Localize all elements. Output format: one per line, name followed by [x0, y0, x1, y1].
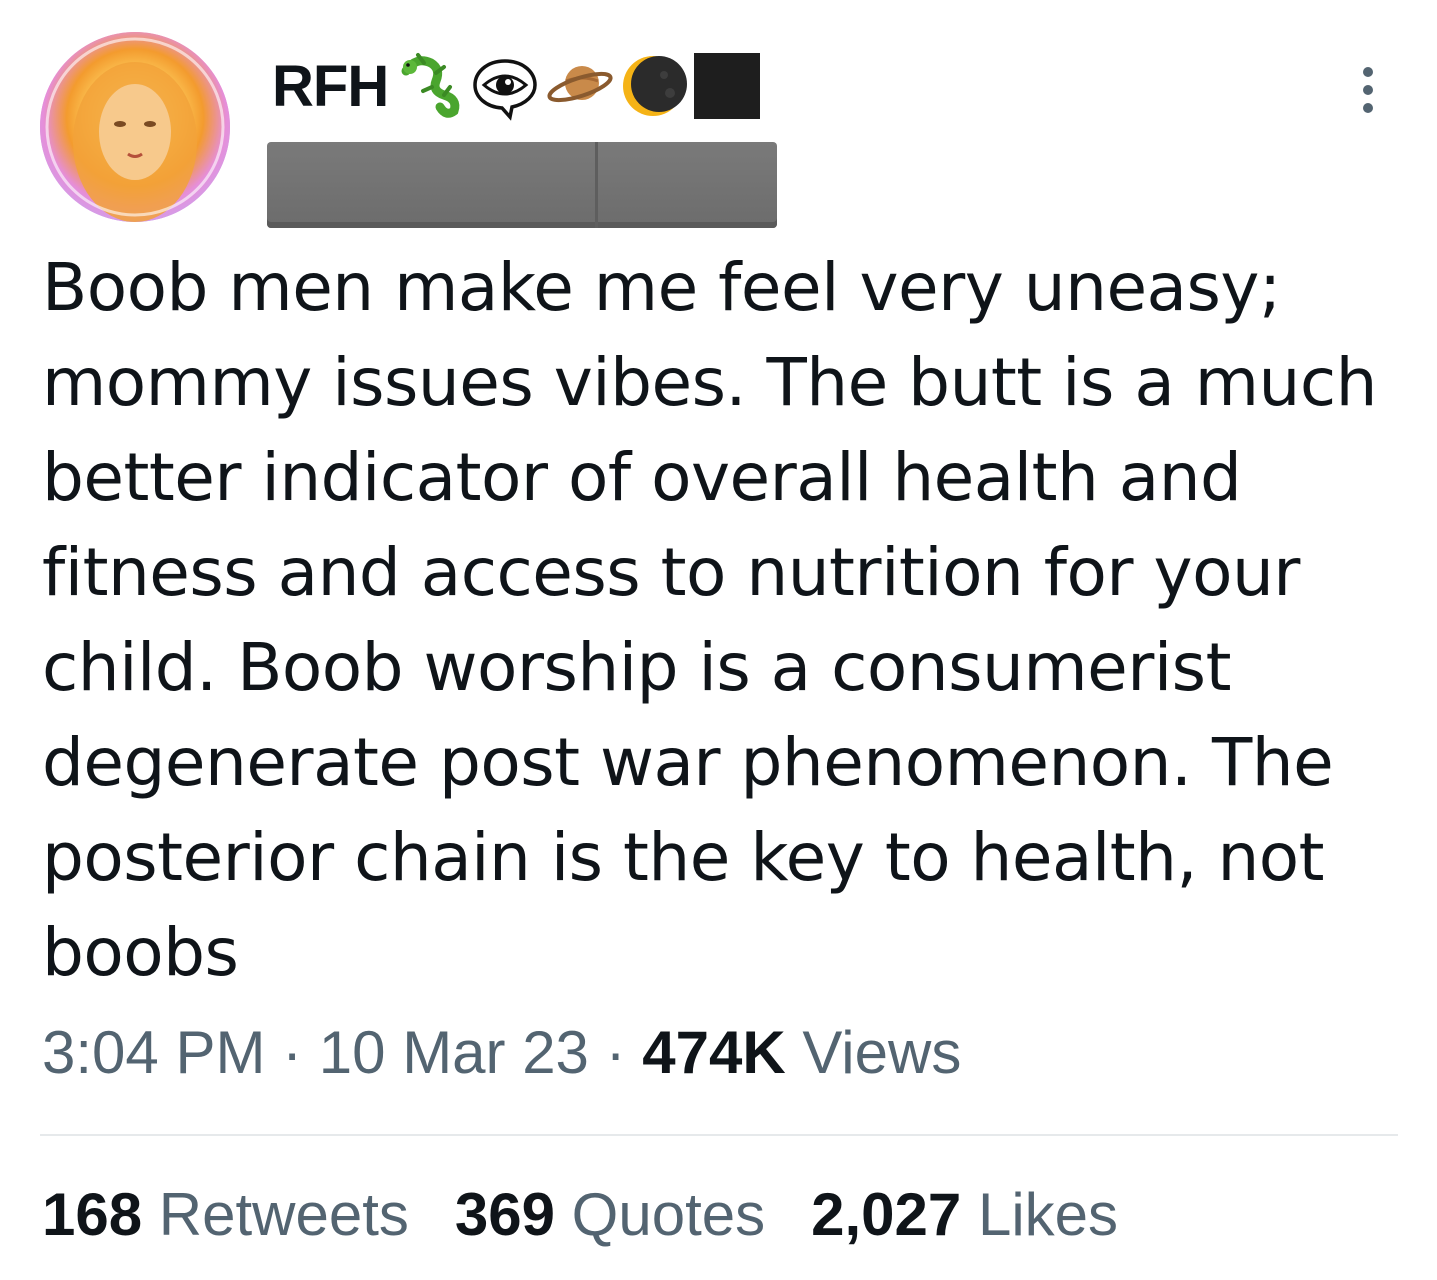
lizard-icon — [401, 53, 460, 118]
tweet-time[interactable]: 3:04 PM — [42, 1019, 265, 1086]
meta-separator: · — [282, 1019, 303, 1086]
quotes-count: 369 — [454, 1181, 555, 1248]
author-name-row[interactable]: RFH — [272, 46, 762, 126]
likes-label: Likes — [977, 1181, 1119, 1248]
more-dot-icon — [1363, 67, 1373, 77]
views-count: 474K — [642, 1019, 786, 1086]
tweet-text: Boob men make me feel very uneasy; mommy… — [42, 249, 1378, 991]
avatar[interactable] — [40, 32, 230, 222]
retweets-stat[interactable]: 168 Retweets — [42, 1180, 409, 1249]
likes-stat[interactable]: 2,027 Likes — [811, 1180, 1118, 1249]
retweets-count: 168 — [42, 1181, 143, 1248]
more-options-button[interactable] — [1346, 60, 1390, 120]
black-square-icon — [694, 53, 761, 119]
quotes-label: Quotes — [571, 1181, 766, 1248]
views-label: Views — [802, 1019, 962, 1086]
author-handle-redacted — [267, 142, 777, 228]
more-dot-icon — [1363, 85, 1373, 95]
quotes-stat[interactable]: 369 Quotes — [455, 1180, 765, 1249]
meta-separator: · — [605, 1019, 626, 1086]
ringed-planet-icon — [547, 66, 613, 103]
author-display-name[interactable]: RFH — [272, 53, 389, 120]
eye-in-speech-bubble-icon — [473, 59, 537, 121]
crescent-moon-icon — [623, 56, 688, 116]
more-dot-icon — [1363, 103, 1373, 113]
engagement-stats: 168 Retweets 369 Quotes 2,027 Likes — [42, 1180, 1118, 1249]
views-stat[interactable]: 474K Views — [642, 1019, 961, 1086]
retweets-label: Retweets — [158, 1181, 409, 1248]
likes-count: 2,027 — [811, 1181, 962, 1248]
tweet-date[interactable]: 10 Mar 23 — [319, 1019, 589, 1086]
tweet-meta: 3:04 PM · 10 Mar 23 · 474K Views — [42, 1018, 961, 1087]
divider — [40, 1134, 1398, 1136]
